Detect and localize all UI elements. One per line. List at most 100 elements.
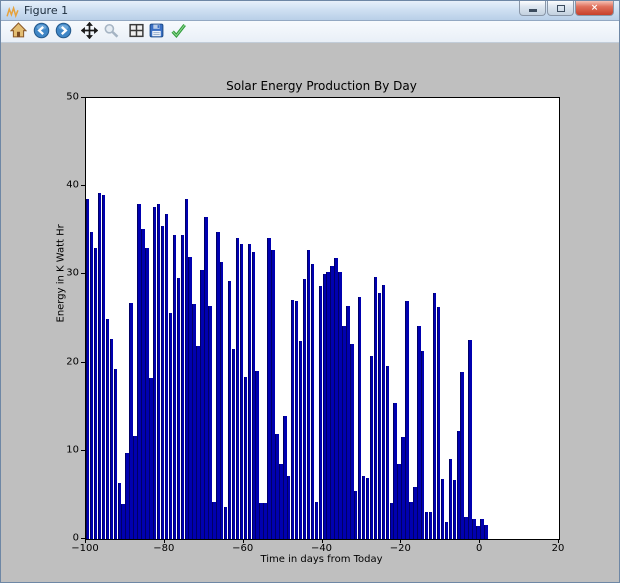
bar (464, 516, 468, 539)
bar (369, 355, 374, 539)
bar (310, 263, 315, 539)
y-tick-mark (81, 97, 85, 98)
bar (290, 299, 295, 539)
bar (373, 277, 378, 539)
save-button[interactable] (147, 23, 166, 41)
bar (184, 199, 188, 539)
bar (212, 501, 216, 539)
bar (141, 228, 145, 539)
bar (125, 452, 129, 539)
home-icon (9, 21, 28, 43)
bar (247, 244, 252, 539)
y-tick-label: 40 (66, 179, 79, 191)
chart-title: Solar Energy Production By Day (226, 79, 417, 93)
x-tick-label: −80 (153, 543, 175, 554)
bar (283, 415, 287, 539)
bar (413, 486, 417, 539)
bar (227, 281, 232, 539)
bar (452, 479, 456, 539)
bar (145, 247, 149, 539)
zoom-rect-button[interactable] (102, 23, 121, 41)
bar (137, 203, 141, 539)
forward-button[interactable] (54, 22, 73, 43)
bar (239, 244, 244, 539)
zoom-rect-icon (103, 22, 120, 43)
bar (432, 292, 437, 539)
toolbar (1, 21, 619, 43)
bar (393, 403, 397, 539)
bar (168, 313, 173, 539)
bar (105, 319, 110, 539)
bar (133, 435, 137, 539)
bar (287, 475, 291, 539)
bar (243, 376, 248, 539)
pan-button[interactable] (80, 21, 99, 41)
bar (216, 232, 220, 539)
x-tick-label: −40 (310, 543, 333, 554)
bar (302, 278, 307, 539)
window-title: Figure 1 (24, 4, 69, 17)
bar (267, 238, 271, 539)
bar (263, 502, 267, 539)
bar (389, 502, 393, 539)
maximize-icon (556, 4, 565, 12)
bar (456, 430, 460, 539)
bar (346, 306, 350, 539)
back-button[interactable] (32, 22, 51, 41)
bar (306, 249, 311, 539)
save-icon (148, 22, 165, 43)
bar (409, 501, 413, 539)
bar (129, 302, 133, 539)
x-tick-label: −60 (232, 543, 254, 554)
bar (176, 277, 181, 539)
x-tick-label: −100 (71, 543, 99, 554)
bar (365, 478, 370, 539)
bar (385, 366, 389, 539)
bar (101, 195, 106, 539)
close-button[interactable]: × (575, 1, 614, 16)
y-tick-mark (81, 185, 85, 187)
bar (484, 524, 488, 539)
maximize-button[interactable] (547, 1, 574, 16)
figure-window: Figure 1 × Solar Energy Production By Da… (0, 0, 620, 583)
bar (444, 522, 449, 539)
bar (113, 368, 118, 539)
bar (405, 300, 409, 539)
bar (401, 436, 405, 539)
configure-subplots-button[interactable] (127, 23, 146, 41)
bar (172, 234, 177, 539)
customize-button[interactable] (169, 23, 188, 41)
configure-subplots-icon (128, 22, 145, 43)
bar (314, 501, 319, 539)
bar (298, 341, 303, 539)
bar (223, 507, 228, 539)
bar (235, 238, 240, 539)
x-tick-label: 20 (551, 543, 565, 554)
bar (93, 247, 98, 539)
minimize-icon (528, 9, 537, 12)
bar (121, 503, 125, 539)
bar (318, 285, 322, 539)
forward-icon (55, 22, 72, 43)
bar (192, 304, 196, 539)
bar (428, 511, 433, 539)
home-button[interactable] (9, 21, 28, 43)
y-tick-label: 50 (66, 91, 79, 103)
bar (361, 476, 366, 539)
bar (440, 479, 445, 539)
bar (180, 234, 185, 539)
bar (86, 199, 90, 539)
bar (117, 482, 121, 539)
figure-canvas[interactable]: Solar Energy Production By Day Energy in… (1, 43, 619, 582)
bar (322, 274, 326, 539)
bar (421, 351, 425, 539)
bar (153, 207, 157, 539)
bar (208, 306, 212, 539)
customize-check-icon (170, 22, 187, 43)
titlebar[interactable]: Figure 1 × (1, 1, 619, 21)
bar (231, 348, 236, 539)
bar (381, 284, 386, 539)
minimize-button[interactable] (519, 1, 546, 16)
bar (156, 203, 161, 539)
bar (271, 249, 275, 539)
